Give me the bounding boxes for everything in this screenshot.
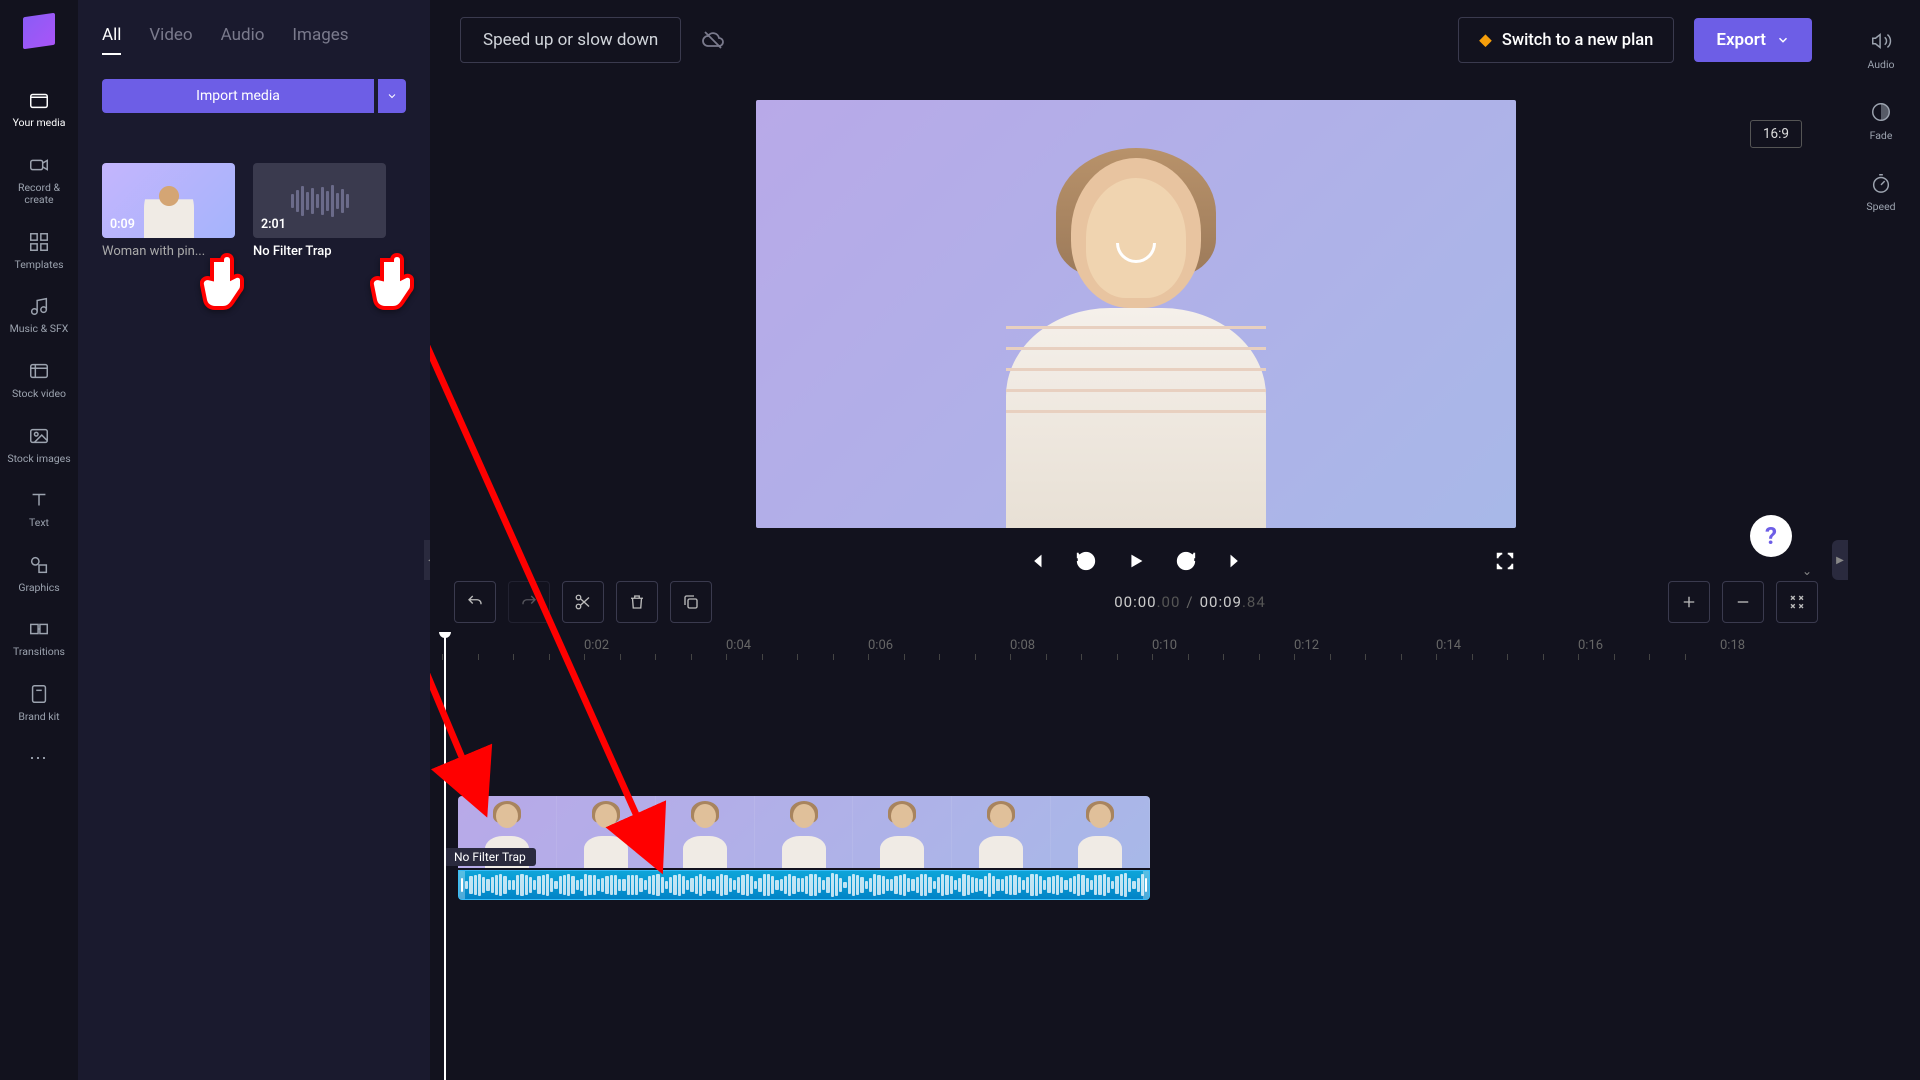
waveform [459,871,1149,899]
undo-button[interactable] [454,581,496,623]
timeline-tracks: No Filter Trap [444,666,1842,900]
clip-handle-right[interactable] [1143,871,1149,899]
ruler-mark: 0:02 [584,638,609,653]
aspect-ratio-button[interactable]: 16:9 [1750,120,1802,148]
rightnav-fade[interactable]: Fade [1870,101,1893,142]
help-button[interactable]: ? [1750,515,1792,557]
nav-stock-images[interactable]: Stock images [0,413,78,478]
playhead[interactable] [444,632,446,1080]
fit-button[interactable] [1776,581,1818,623]
video-frame-thumb [656,796,755,868]
nav-stock-video[interactable]: Stock video [0,348,78,413]
ruler-mark: 0:10 [1152,638,1177,653]
rightnav-speed[interactable]: Speed [1866,172,1895,213]
zoom-out-button[interactable] [1722,581,1764,623]
video-frame-thumb [1051,796,1150,868]
play-icon[interactable] [1125,550,1147,572]
video-frame-thumb [755,796,854,868]
nav-your-media[interactable]: Your media [0,77,78,142]
audio-clip-label: No Filter Trap [444,848,536,866]
collapse-timeline-icon[interactable]: ⌄ [1802,564,1812,578]
chevron-down-icon [1776,33,1790,47]
media-grid: 0:09 Woman with pin... 2:01 No Filter Tr… [78,113,430,309]
fullscreen-icon[interactable] [1494,550,1516,572]
project-title-input[interactable]: Speed up or slow down [460,17,681,63]
media-tabs: All Video Audio Images [78,25,430,69]
app-logo [23,13,55,49]
ruler-mark: 0:18 [1720,638,1745,653]
cloud-sync-icon [701,28,725,52]
export-button[interactable]: Export [1694,18,1812,62]
tab-all[interactable]: All [102,25,121,55]
nav-more[interactable]: ⋯ [0,736,78,782]
rightnav-audio[interactable]: Audio [1867,30,1894,71]
import-media-button[interactable]: Import media [102,79,374,113]
timeline-toolbar: ⌄ 00:00.00/00:09.84 [430,572,1842,632]
media-clip-title: No Filter Trap [253,244,386,259]
ruler-mark: 0:16 [1578,638,1603,653]
ruler-mark: 0:12 [1294,638,1319,653]
main-area: Speed up or slow down ◆ Switch to a new … [430,0,1842,1080]
media-clip-video[interactable]: 0:09 Woman with pin... [102,163,235,259]
video-track-clip[interactable] [458,796,1150,868]
timecode-display: 00:00.00/00:09.84 [724,593,1656,611]
video-preview[interactable] [756,100,1516,528]
ellipsis-icon: ⋯ [29,748,49,770]
ruler-mark: 0:04 [726,638,751,653]
switch-plan-button[interactable]: ◆ Switch to a new plan [1458,17,1674,63]
nav-templates[interactable]: Templates [0,219,78,284]
media-clip-audio[interactable]: 2:01 No Filter Trap [253,163,386,259]
video-frame-thumb [853,796,952,868]
ruler-mark: 0:08 [1010,638,1035,653]
skip-start-icon[interactable] [1025,550,1047,572]
redo-button[interactable] [508,581,550,623]
timeline[interactable]: 0:02 0:04 0:06 0:08 0:10 0:12 0:14 0:16 0:18 No … [430,632,1842,1080]
duration-badge: 0:09 [110,217,135,232]
preview-area: 16:9 ? [430,80,1842,572]
skip-end-icon[interactable] [1225,550,1247,572]
video-thumbnail: 0:09 [102,163,235,238]
split-button[interactable] [562,581,604,623]
collapse-right-panel-button[interactable]: ▶ [1832,540,1848,580]
nav-brand-kit[interactable]: Brand kit [0,671,78,736]
forward-icon[interactable] [1175,550,1197,572]
export-label: Export [1716,30,1766,50]
audio-track-clip[interactable] [458,870,1150,900]
nav-record-create[interactable]: Record & create [0,142,78,219]
zoom-in-button[interactable] [1668,581,1710,623]
nav-text[interactable]: Text [0,477,78,542]
ruler-mark: 0:14 [1436,638,1461,653]
tab-video[interactable]: Video [149,25,192,55]
media-panel: All Video Audio Images Import media 0:09… [78,0,430,1080]
nav-graphics[interactable]: Graphics [0,542,78,607]
switch-plan-label: Switch to a new plan [1502,31,1654,50]
playback-controls [756,550,1516,572]
ruler-mark: 0:06 [868,638,893,653]
preview-content [986,148,1286,528]
duration-badge: 2:01 [261,217,286,232]
delete-button[interactable] [616,581,658,623]
video-frame-thumb [952,796,1051,868]
left-sidebar: Your media Record & create Templates Mus… [0,0,78,1080]
tab-audio[interactable]: Audio [221,25,265,55]
topbar: Speed up or slow down ◆ Switch to a new … [430,0,1842,80]
timeline-ruler[interactable]: 0:02 0:04 0:06 0:08 0:10 0:12 0:14 0:16 0:18 [444,632,1842,666]
video-frame-thumb [557,796,656,868]
import-media-dropdown[interactable] [378,79,406,113]
nav-music-sfx[interactable]: Music & SFX [0,283,78,348]
right-sidebar: Audio Fade Speed ▶ [1842,0,1920,1080]
media-clip-title: Woman with pin... [102,244,235,259]
diamond-icon: ◆ [1479,30,1492,50]
nav-transitions[interactable]: Transitions [0,606,78,671]
tab-images[interactable]: Images [292,25,348,55]
audio-thumbnail: 2:01 [253,163,386,238]
rewind-icon[interactable] [1075,550,1097,572]
duplicate-button[interactable] [670,581,712,623]
